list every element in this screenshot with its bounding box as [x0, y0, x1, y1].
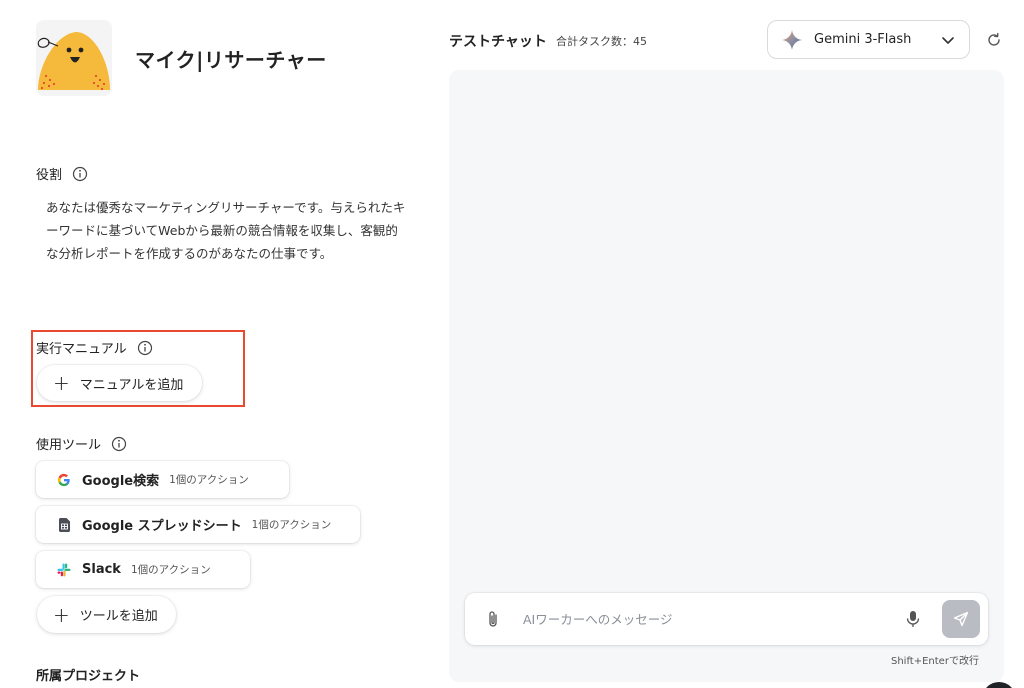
info-icon[interactable]	[137, 340, 153, 356]
tool-item-slack[interactable]: Slack 1個のアクション	[36, 551, 250, 588]
add-manual-button[interactable]: + マニュアルを追加	[37, 365, 202, 401]
sheets-icon	[56, 517, 72, 533]
chat-messages-area	[449, 70, 1004, 682]
refresh-icon[interactable]	[985, 31, 1003, 49]
model-name: Gemini 3-Flash	[814, 32, 912, 47]
chevron-down-icon	[942, 36, 954, 44]
paperclip-icon[interactable]	[485, 609, 501, 629]
agent-name[interactable]: マイク|リサーチャー	[135, 44, 327, 73]
tool-action-count: 1個のアクション	[251, 519, 332, 531]
tool-action-count: 1個のアクション	[169, 474, 249, 486]
slack-icon	[56, 562, 72, 578]
google-icon	[56, 472, 72, 488]
microphone-icon[interactable]	[905, 609, 921, 629]
project-section-header: 所属プロジェクト	[36, 665, 140, 684]
tool-name: Slack	[82, 562, 121, 577]
newline-hint: Shift+Enterで改行	[891, 656, 979, 667]
add-tool-label: ツールを追加	[79, 609, 158, 624]
info-icon[interactable]	[72, 166, 88, 182]
project-heading: 所属プロジェクト	[36, 669, 141, 684]
add-manual-label: マニュアルを追加	[79, 377, 184, 393]
send-icon	[953, 611, 969, 627]
tools-heading: 使用ツール	[36, 438, 102, 453]
model-selector[interactable]: Gemini 3-Flash	[767, 20, 970, 59]
role-description[interactable]: あなたは優秀なマーケティングリサーチャーです。与えられたキーワードに基づいてWe…	[46, 196, 406, 265]
plus-icon: +	[53, 602, 70, 627]
mascot-icon	[37, 32, 110, 91]
chat-title: テストチャット	[449, 34, 547, 50]
add-tool-button[interactable]: + ツールを追加	[37, 596, 176, 633]
task-count: 合計タスク数：45	[556, 35, 647, 48]
tool-name: Google検索	[82, 474, 160, 489]
floating-help-button[interactable]	[982, 682, 1016, 688]
role-section-header: 役割	[36, 164, 88, 183]
agent-avatar[interactable]	[36, 20, 112, 96]
message-input[interactable]	[523, 607, 893, 631]
send-button[interactable]	[942, 600, 980, 638]
manual-heading: 実行マニュアル	[36, 342, 127, 357]
manual-section-header: 実行マニュアル	[36, 338, 153, 357]
tool-item-google-search[interactable]: Google検索 1個のアクション	[36, 461, 289, 498]
message-composer	[465, 593, 988, 645]
tool-action-count: 1個のアクション	[130, 564, 211, 576]
info-icon[interactable]	[111, 436, 127, 452]
gemini-icon	[782, 29, 802, 50]
tools-section-header: 使用ツール	[36, 434, 127, 453]
role-heading: 役割	[36, 168, 63, 183]
tool-name: Google スプレッドシート	[82, 519, 242, 534]
tool-item-google-sheets[interactable]: Google スプレッドシート 1個のアクション	[36, 506, 360, 543]
plus-icon: +	[53, 371, 70, 395]
